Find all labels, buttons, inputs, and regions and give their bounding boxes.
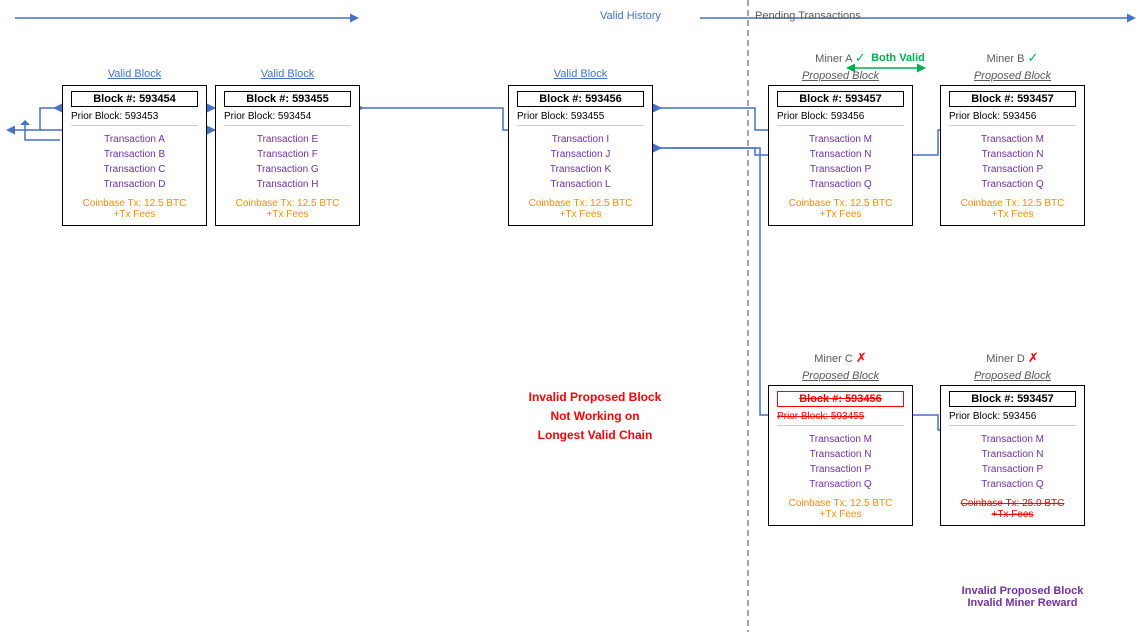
block3-coinbase: Coinbase Tx: 12.5 BTC+Tx Fees	[517, 198, 644, 220]
block7-proposed-label: Proposed Block	[974, 370, 1051, 382]
block3-prior: Prior Block: 593455	[517, 111, 644, 126]
block5-miner-label: Miner B ✓ Proposed Block	[940, 48, 1085, 84]
miner-c-cross: ✗	[856, 350, 867, 365]
block6-number: Block #: 593456	[777, 391, 904, 407]
block1-transactions: Transaction ATransaction BTransaction CT…	[71, 132, 198, 192]
block7-coinbase: Coinbase Tx: 25.0 BTC+Tx Fees	[949, 498, 1076, 520]
block6-coinbase: Coinbase Tx: 12.5 BTC+Tx Fees	[777, 498, 904, 520]
miner-d-cross: ✗	[1028, 350, 1039, 365]
block4-coinbase: Coinbase Tx: 12.5 BTC+Tx Fees	[777, 198, 904, 220]
not-working-label: Not Working onLongest Valid Chain	[538, 409, 653, 442]
block7-transactions: Transaction MTransaction NTransaction PT…	[949, 432, 1076, 492]
block1-label: Valid Block	[62, 68, 207, 80]
invalid-label-2: Invalid Proposed BlockInvalid Miner Rewa…	[940, 585, 1105, 609]
block4-card: Block #: 593457 Prior Block: 593456 Tran…	[768, 85, 913, 226]
block6-card: Block #: 593456 Prior Block: 593455 Tran…	[768, 385, 913, 526]
block6-prior: Prior Block: 593455	[777, 411, 904, 426]
block7-prior: Prior Block: 593456	[949, 411, 1076, 426]
block1-coinbase: Coinbase Tx: 12.5 BTC+Tx Fees	[71, 198, 198, 220]
block3-card: Block #: 593456 Prior Block: 593455 Tran…	[508, 85, 653, 226]
block4-transactions: Transaction MTransaction NTransaction PT…	[777, 132, 904, 192]
block7-card: Block #: 593457 Prior Block: 593456 Tran…	[940, 385, 1085, 526]
block6-proposed-label: Proposed Block	[802, 370, 879, 382]
block5-number: Block #: 593457	[949, 91, 1076, 107]
block2-prior: Prior Block: 593454	[224, 111, 351, 126]
block5-coinbase: Coinbase Tx: 12.5 BTC+Tx Fees	[949, 198, 1076, 220]
block6-miner-label: Miner C ✗ Proposed Block	[768, 348, 913, 384]
block1-left-arrow	[15, 120, 65, 160]
both-valid-label: Both Valid	[848, 52, 948, 64]
block7-number: Block #: 593457	[949, 391, 1076, 407]
block2-coinbase: Coinbase Tx: 12.5 BTC+Tx Fees	[224, 198, 351, 220]
block5-prior: Prior Block: 593456	[949, 111, 1076, 126]
block3-label: Valid Block	[508, 68, 653, 80]
block5-proposed-label: Proposed Block	[974, 70, 1051, 82]
block1-number: Block #: 593454	[71, 91, 198, 107]
block1-card: Block #: 593454 Prior Block: 593453 Tran…	[62, 85, 207, 226]
block5-transactions: Transaction MTransaction NTransaction PT…	[949, 132, 1076, 192]
valid-history-label: Valid History	[600, 10, 661, 22]
miner-b-check: ✓	[1028, 50, 1039, 65]
block4-proposed-label: Proposed Block	[802, 70, 879, 82]
block6-transactions: Transaction MTransaction NTransaction PT…	[777, 432, 904, 492]
block2-label: Valid Block	[215, 68, 360, 80]
block7-miner-label: Miner D ✗ Proposed Block	[940, 348, 1085, 384]
block2-card: Block #: 593455 Prior Block: 593454 Tran…	[215, 85, 360, 226]
block4-prior: Prior Block: 593456	[777, 111, 904, 126]
block2-number: Block #: 593455	[224, 91, 351, 107]
block4-number: Block #: 593457	[777, 91, 904, 107]
block3-transactions: Transaction ITransaction JTransaction KT…	[517, 132, 644, 192]
block2-transactions: Transaction ETransaction FTransaction GT…	[224, 132, 351, 192]
invalid-label-1: Invalid Proposed Block Not Working onLon…	[490, 388, 700, 446]
block3-number: Block #: 593456	[517, 91, 644, 107]
pending-transactions-label: Pending Transactions	[755, 10, 861, 22]
block1-prior: Prior Block: 593453	[71, 111, 198, 126]
block5-card: Block #: 593457 Prior Block: 593456 Tran…	[940, 85, 1085, 226]
diagram-container: Valid History Pending Transactions Valid…	[0, 0, 1148, 632]
